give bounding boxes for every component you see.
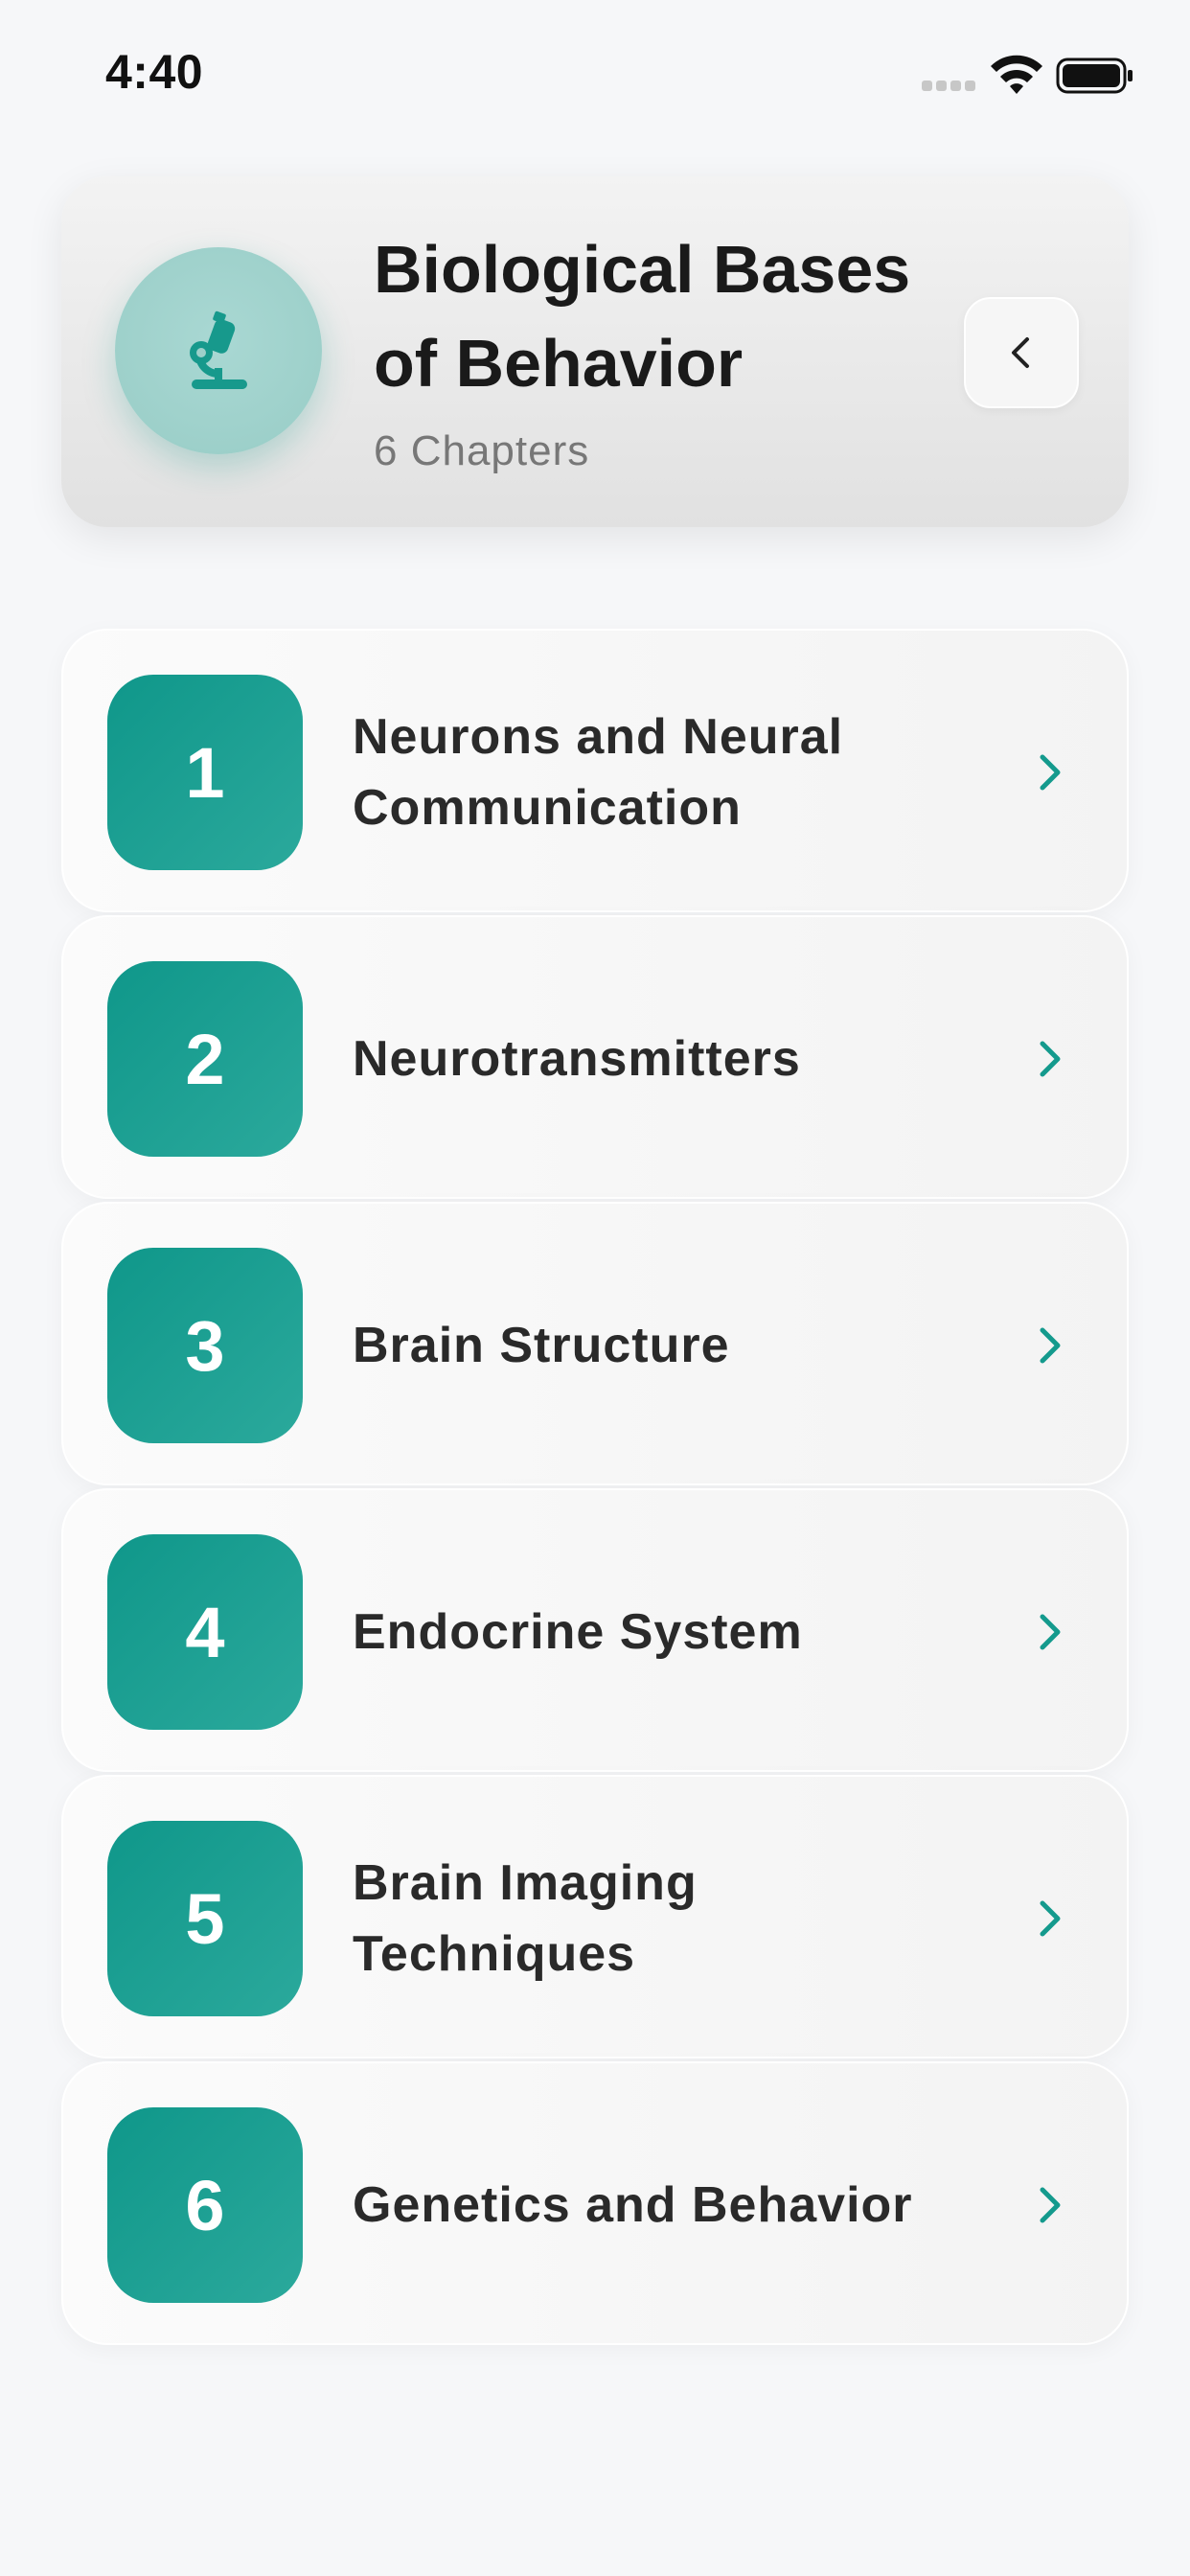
chapter-count: 6 Chapters [374,427,590,474]
chapter-number-badge: 4 [107,1534,303,1730]
chapter-number-badge: 6 [107,2107,303,2303]
battery-icon [1056,58,1133,94]
chevron-right-icon [1040,754,1061,791]
microscope-icon [190,310,247,389]
chapter-item-5[interactable]: 5 Brain Imaging Techniques [61,1775,1129,2058]
page-title: Biological Bases of Behavior [374,232,911,401]
status-bar: 4:40 [0,0,1190,144]
header-card: Biological Bases of Behavior 6 Chapters [61,176,1129,527]
status-time: 4:40 [105,45,204,99]
chapter-title: Neurotransmitters [353,1031,801,1087]
signal-icon [922,80,977,92]
chevron-right-icon [1040,1041,1061,1077]
back-button[interactable] [964,297,1079,408]
chapter-number-badge: 2 [107,961,303,1157]
chapter-title: Genetics and Behavior [353,2177,913,2233]
chevron-right-icon [1040,1614,1061,1650]
chapter-item-6[interactable]: 6 Genetics and Behavior [61,2061,1129,2345]
chapter-item-2[interactable]: 2 Neurotransmitters [61,915,1129,1199]
chapter-title: Neurons and Neural Communication [353,709,844,836]
chapter-title: Brain Imaging Techniques [353,1855,698,1982]
chapter-item-1[interactable]: 1 Neurons and Neural Communication [61,629,1129,912]
chapter-item-4[interactable]: 4 Endocrine System [61,1488,1129,1772]
chevron-right-icon [1040,2187,1061,2223]
chapter-number-badge: 1 [107,675,303,870]
wifi-icon [991,55,1042,94]
chevron-left-icon [1012,337,1029,368]
header-icon-badge [115,247,322,454]
chapter-title: Brain Structure [353,1318,730,1373]
chapter-number-badge: 3 [107,1248,303,1443]
chevron-right-icon [1040,1327,1061,1364]
chapter-number-badge: 5 [107,1821,303,2016]
chapter-title: Endocrine System [353,1604,803,1660]
chevron-right-icon [1040,1900,1061,1937]
chapter-item-3[interactable]: 3 Brain Structure [61,1202,1129,1485]
